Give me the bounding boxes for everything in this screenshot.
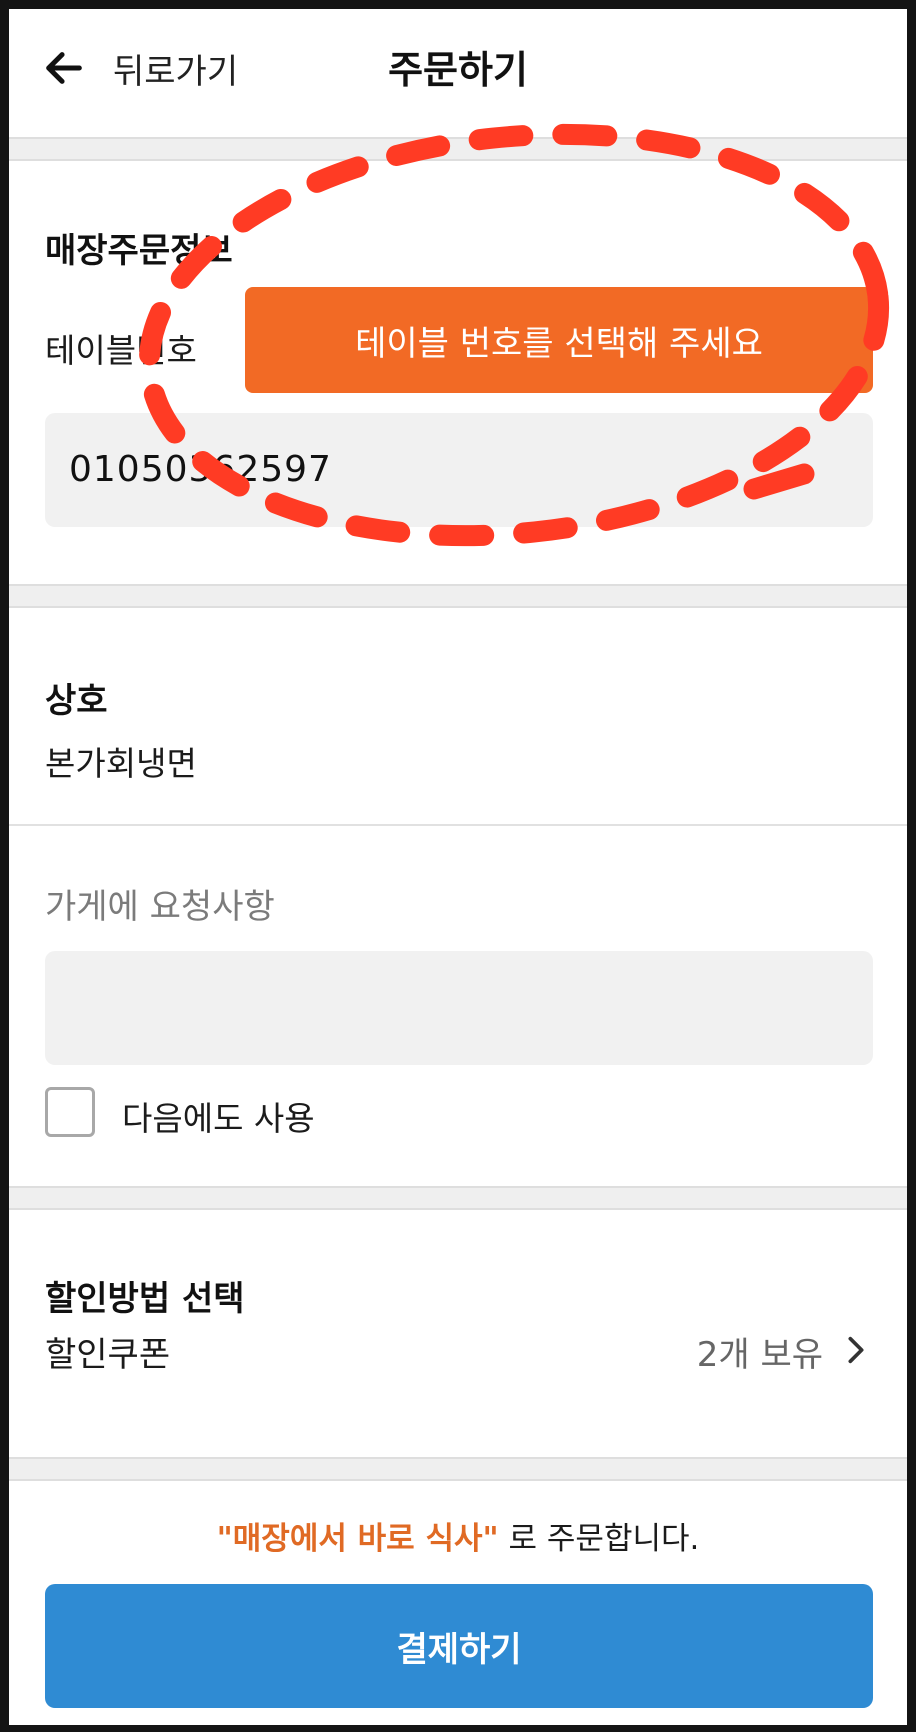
business-name: 본가회냉면	[45, 744, 197, 783]
order-notice-accent: "매장에서 바로 식사"	[216, 1521, 499, 1557]
section-divider	[9, 1457, 907, 1481]
section-title-discount: 할인방법 선택	[45, 1279, 245, 1319]
request-input[interactable]	[45, 951, 873, 1065]
save-next-checkbox[interactable]	[45, 1087, 95, 1137]
request-label: 가게에 요청사항	[45, 887, 275, 927]
coupon-label: 할인쿠폰	[45, 1335, 171, 1375]
section-divider	[9, 137, 907, 161]
section-divider	[9, 1186, 907, 1210]
phone-value: 01050362597	[69, 449, 332, 490]
section-title-store-order: 매장주문정보	[45, 231, 233, 271]
order-notice-text: 로 주문합니다.	[498, 1521, 700, 1557]
back-label: 뒤로가기	[113, 51, 239, 92]
order-notice: "매장에서 바로 식사" 로 주문합니다.	[9, 1513, 907, 1558]
divider	[9, 824, 907, 826]
chevron-right-icon	[848, 1336, 864, 1364]
select-table-button[interactable]: 테이블 번호를 선택해 주세요	[245, 287, 873, 393]
coupon-row[interactable]: 할인쿠폰 2개 보유	[45, 1327, 873, 1383]
back-button[interactable]: 뒤로가기	[41, 35, 271, 101]
order-screen: 뒤로가기 주문하기 매장주문정보 테이블번호 테이블 번호를 선택해 주세요 0…	[9, 9, 907, 1725]
arrow-left-icon	[46, 52, 82, 84]
save-next-label: 다음에도 사용	[122, 1099, 315, 1138]
section-divider	[9, 584, 907, 608]
table-number-label: 테이블번호	[45, 331, 197, 370]
coupon-count: 2개 보유	[696, 1335, 823, 1375]
section-title-business: 상호	[45, 681, 108, 721]
pay-button[interactable]: 결제하기	[45, 1584, 873, 1708]
